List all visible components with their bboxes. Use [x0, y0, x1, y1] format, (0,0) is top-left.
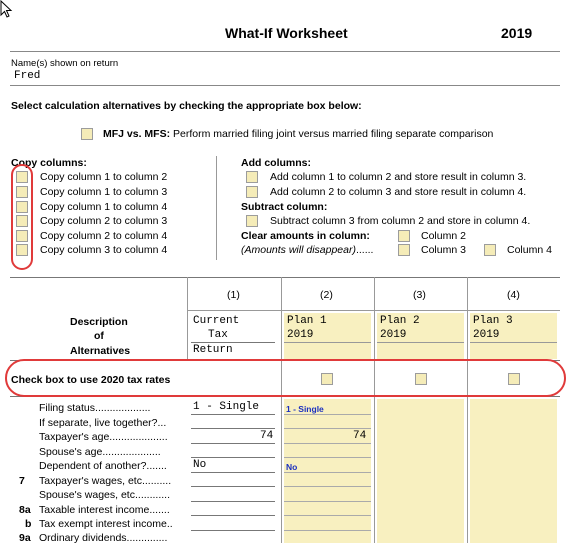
header-divider: [10, 51, 560, 52]
plan-2-year[interactable]: 2019: [380, 329, 406, 341]
mouse-cursor-icon: [0, 0, 13, 18]
clear-column-2-label: Column 2: [421, 230, 466, 242]
description-heading-3: Alternatives: [70, 345, 131, 357]
row-taxpayer-age-col1[interactable]: 74: [260, 430, 273, 442]
copy-1-to-2-label: Copy column 1 to column 2: [40, 171, 168, 183]
copy-3-to-4-label: Copy column 3 to column 4: [40, 244, 168, 256]
worksheet-year: 2019: [501, 25, 533, 41]
row-b-number: b: [25, 518, 32, 530]
plan-3-year[interactable]: 2019: [473, 329, 499, 341]
copy-2-to-3-label: Copy column 2 to column 3: [40, 215, 168, 227]
instructions-text: Select calculation alternatives by check…: [11, 100, 362, 112]
plan-2-name[interactable]: Plan 2: [380, 315, 420, 327]
clear-column-4-checkbox[interactable]: [484, 244, 496, 256]
mfj-vs-mfs-label: MFJ vs. MFS: Perform married filing join…: [103, 128, 494, 140]
clear-column-3-label: Column 3: [421, 244, 466, 256]
add-columns-heading: Add columns:: [241, 157, 311, 169]
row-8a-number: 8a: [19, 504, 31, 516]
copy-2-to-4-label: Copy column 2 to column 4: [40, 230, 168, 242]
copy-checkboxes-annotation: [11, 164, 33, 270]
row-dependent-label: Dependent of another?.......: [39, 460, 167, 472]
row-tax-exempt-interest-label: Tax exempt interest income..: [39, 518, 173, 530]
names-label: Name(s) shown on return: [11, 58, 119, 69]
row-filing-status-label: Filing status...................: [39, 402, 151, 414]
row-filing-status-col1[interactable]: 1 - Single: [193, 401, 259, 413]
col-2-number: (2): [320, 289, 333, 301]
row-ordinary-dividends-label: Ordinary dividends..............: [39, 532, 168, 544]
col1-line-1: Current: [193, 315, 240, 327]
row-dependent-col1[interactable]: No: [193, 459, 206, 471]
clear-column-4-label: Column 4: [507, 244, 552, 256]
add-2-to-3-label: Add column 2 to column 3 and store resul…: [270, 186, 527, 198]
options-divider: [216, 156, 217, 260]
clear-column-2-checkbox[interactable]: [398, 230, 410, 242]
description-heading-1: Description: [70, 316, 128, 328]
col-1-number: (1): [227, 289, 240, 301]
plan-3-name[interactable]: Plan 3: [473, 315, 513, 327]
row-taxpayer-wages-label: Taxpayer's wages, etc..........: [39, 475, 172, 487]
row-live-together-label: If separate, live together?...: [39, 417, 167, 429]
clear-amounts-heading: Clear amounts in column:: [241, 230, 370, 242]
plan-1-year[interactable]: 2019: [287, 329, 313, 341]
col-3-number: (3): [413, 289, 426, 301]
table-top-border: [10, 277, 560, 278]
subtract-column-heading: Subtract column:: [241, 201, 328, 213]
clear-amounts-note: (Amounts will disappear)......: [241, 244, 374, 256]
col-4-number: (4): [507, 289, 520, 301]
row-spouse-wages-label: Spouse's wages, etc............: [39, 489, 170, 501]
plan-1-name[interactable]: Plan 1: [287, 315, 327, 327]
row-taxable-interest-label: Taxable interest income.......: [39, 504, 170, 516]
row-taxpayer-age-col2[interactable]: 74: [353, 430, 366, 442]
description-heading-2: of: [94, 330, 104, 342]
clear-column-3-checkbox[interactable]: [398, 244, 410, 256]
row-9a-number: 9a: [19, 532, 31, 544]
copy-1-to-3-label: Copy column 1 to column 3: [40, 186, 168, 198]
tax-rates-annotation: [5, 359, 566, 397]
copy-1-to-4-label: Copy column 1 to column 4: [40, 201, 168, 213]
worksheet-title: What-If Worksheet: [225, 25, 348, 41]
names-field[interactable]: Fred: [14, 70, 40, 82]
add-2-to-3-checkbox[interactable]: [246, 186, 258, 198]
row-7-number: 7: [19, 475, 25, 487]
add-1-to-2-checkbox[interactable]: [246, 171, 258, 183]
row-taxpayer-age-label: Taxpayer's age....................: [39, 431, 168, 443]
subtract-checkbox[interactable]: [246, 215, 258, 227]
col1-line-2: Tax: [208, 329, 228, 341]
row-spouse-age-label: Spouse's age....................: [39, 446, 161, 458]
mfj-vs-mfs-checkbox[interactable]: [81, 128, 93, 140]
add-1-to-2-label: Add column 1 to column 2 and store resul…: [270, 171, 527, 183]
subtract-label: Subtract column 3 from column 2 and stor…: [270, 215, 531, 227]
col1-line-3: Return: [193, 344, 233, 356]
